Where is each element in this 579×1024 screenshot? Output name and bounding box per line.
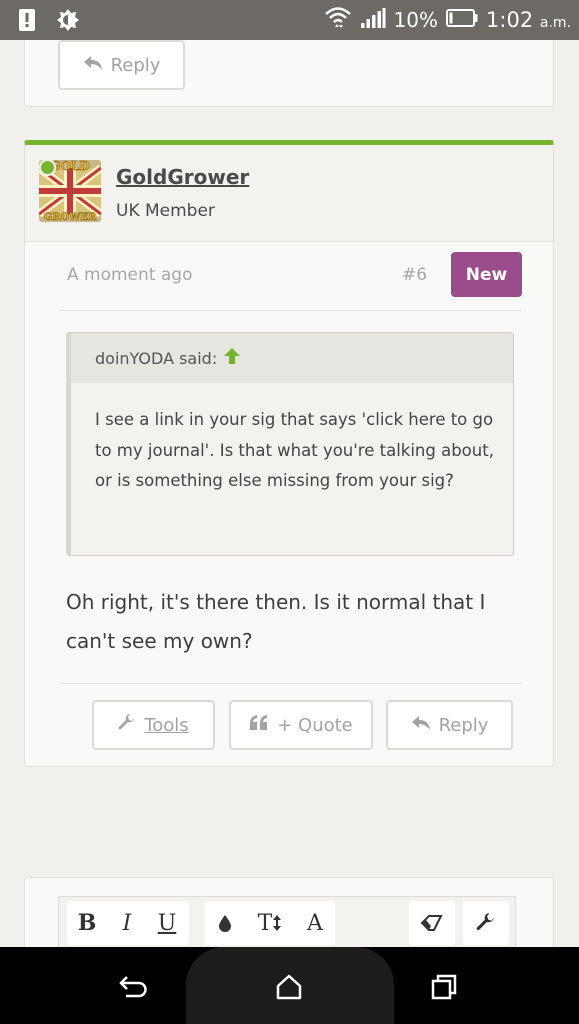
alert-icon [18, 8, 36, 36]
tools-button[interactable]: Tools [92, 700, 215, 750]
clock-ampm: a.m. [539, 15, 571, 31]
reply-button[interactable]: Reply [58, 40, 185, 90]
reply-icon [83, 55, 103, 76]
wrench-icon [118, 713, 136, 737]
wifi-icon [324, 5, 352, 35]
italic-button[interactable]: I [107, 901, 147, 945]
text-style-group: B I U [67, 901, 189, 945]
divider [59, 310, 521, 311]
clock: 1:02 a.m. [486, 8, 571, 32]
reply-editor: B I U T A [24, 877, 554, 966]
quote-block: doinYODA said: I see a link in your sig … [66, 332, 514, 556]
navigation-bar [0, 947, 579, 1024]
quote-button[interactable]: + Quote [229, 700, 373, 750]
battery-percent: 10% [393, 8, 439, 32]
format-group: T A [205, 901, 335, 945]
new-badge: New [451, 252, 522, 297]
brightness-icon [56, 8, 80, 36]
size-arrows-icon [273, 915, 282, 931]
reply-label: Reply [438, 714, 489, 736]
tools-label: Tools [144, 714, 189, 736]
battery-icon [446, 9, 478, 31]
back-icon[interactable] [118, 971, 150, 1003]
post-card: GOLD GROWER GoldGrower UK Member A momen… [24, 140, 554, 767]
svg-text:GOLD: GOLD [50, 160, 90, 173]
user-title: UK Member [116, 201, 215, 221]
post-message: Oh right, it's there then. Is it normal … [66, 590, 486, 653]
clear-format-group [409, 901, 455, 945]
font-size-label: T [257, 910, 273, 936]
underline-button[interactable]: U [147, 901, 187, 945]
quote-header[interactable]: doinYODA said: [71, 333, 513, 383]
divider [59, 683, 521, 684]
clock-time: 1:02 [486, 8, 534, 32]
eraser-icon[interactable] [409, 901, 455, 945]
username-link[interactable]: GoldGrower [116, 165, 249, 189]
status-bar: 10% 1:02 a.m. [0, 0, 579, 40]
bold-button[interactable]: B [67, 901, 107, 945]
recent-apps-icon[interactable] [428, 971, 460, 1003]
reply-label: Reply [110, 54, 161, 76]
font-button[interactable]: A [295, 901, 335, 945]
svg-text:GROWER: GROWER [44, 212, 97, 222]
signal-icon [360, 7, 386, 33]
font-size-button[interactable]: T [245, 901, 295, 945]
tools-group [463, 901, 509, 945]
post-header: GOLD GROWER GoldGrower UK Member [25, 145, 553, 242]
arrow-up-icon[interactable] [223, 347, 241, 369]
wrench-icon[interactable] [463, 901, 509, 945]
quote-label: + Quote [277, 714, 353, 736]
home-icon[interactable] [273, 971, 305, 1003]
quote-text: I see a link in your sig that says 'clic… [95, 410, 494, 490]
reply-icon [411, 715, 431, 736]
post-number[interactable]: #6 [402, 265, 427, 285]
quote-icon [249, 714, 269, 736]
previous-post-card: Reply [24, 40, 554, 107]
post-timestamp[interactable]: A moment ago [67, 265, 192, 285]
reply-button[interactable]: Reply [386, 700, 513, 750]
color-drop-icon[interactable] [205, 901, 245, 945]
online-status-dot [39, 159, 56, 176]
quote-author: doinYODA said: [95, 348, 218, 368]
